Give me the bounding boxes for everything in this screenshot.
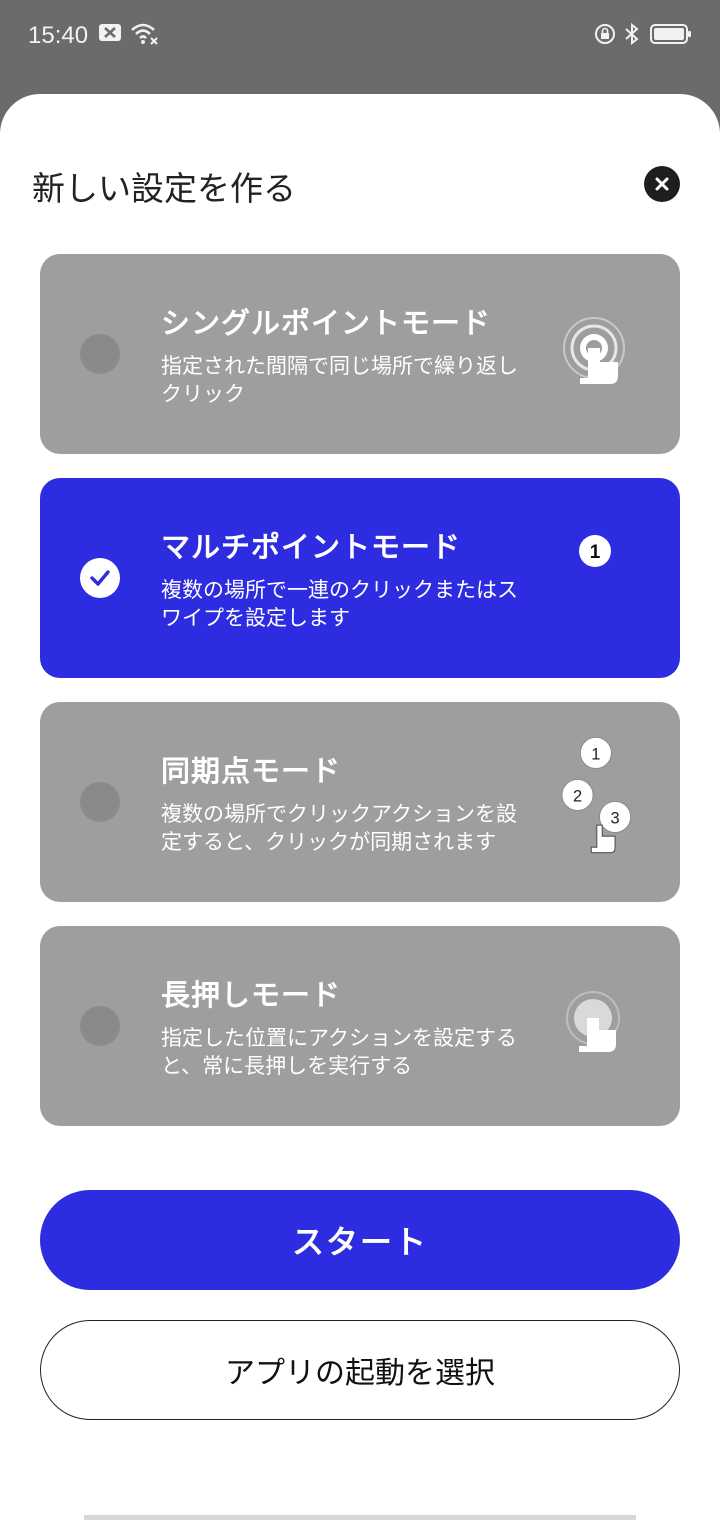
mode-title: 長押しモード	[161, 978, 342, 1012]
wifi-icon	[131, 23, 158, 45]
start-button[interactable]: スタート	[40, 1190, 680, 1290]
navigation-bar	[84, 1515, 636, 1520]
sync-points-icon: 1 2 3	[561, 736, 632, 854]
mode-card-single-point[interactable]: シングルポイントモード 指定された間隔で同じ場所で繰り返しクリック	[40, 254, 680, 454]
point-badge-number: 1	[590, 542, 601, 563]
status-time: 15:40	[28, 22, 89, 49]
radio-unselected[interactable]	[80, 334, 120, 374]
long-press-icon	[566, 991, 620, 1052]
sheet-title: 新しい設定を作る	[32, 169, 296, 208]
battery-icon	[650, 24, 691, 44]
sync-point-3: 3	[610, 809, 619, 827]
mode-title: シングルポイントモード	[161, 306, 492, 340]
notification-icon	[99, 24, 121, 41]
mode-description: 指定された間隔で同じ場所で繰り返しクリック	[161, 354, 518, 406]
status-bar: 15:40	[0, 0, 720, 76]
radio-unselected[interactable]	[80, 1006, 120, 1046]
mode-title: 同期点モード	[161, 754, 342, 788]
mode-description: 複数の場所で一連のクリックまたはスワイプを設定します	[161, 578, 518, 630]
numbered-point-icon: 1	[579, 535, 611, 567]
bluetooth-icon	[625, 22, 639, 46]
mode-description: 指定した位置にアクションを設定すると、常に長押しを実行する	[161, 1026, 517, 1078]
mode-card-long-press[interactable]: 長押しモード 指定した位置にアクションを設定すると、常に長押しを実行する	[40, 926, 680, 1126]
mode-card-sync-point[interactable]: 同期点モード 複数の場所でクリックアクションを設定すると、クリックが同期されます…	[40, 702, 680, 902]
close-icon	[655, 177, 669, 191]
tap-ripple-icon	[563, 317, 625, 384]
mode-title: マルチポイントモード	[161, 530, 462, 564]
radio-unselected[interactable]	[80, 782, 120, 822]
sync-point-2: 2	[573, 787, 582, 805]
radio-selected[interactable]	[80, 558, 120, 598]
new-setting-sheet: 新しい設定を作る シングルポイントモード 指定された間隔で同じ場所で繰り返しクリ…	[0, 94, 720, 1520]
close-button[interactable]	[644, 166, 680, 202]
rotation-lock-icon	[595, 24, 615, 44]
sync-point-1: 1	[591, 745, 600, 763]
mode-card-multi-point[interactable]: マルチポイントモード 複数の場所で一連のクリックまたはスワイプを設定します 1	[40, 478, 680, 678]
mode-description: 複数の場所でクリックアクションを設定すると、クリックが同期されます	[161, 802, 517, 854]
select-app-launch-button[interactable]: アプリの起動を選択	[40, 1320, 680, 1420]
checkmark-icon	[90, 570, 110, 586]
